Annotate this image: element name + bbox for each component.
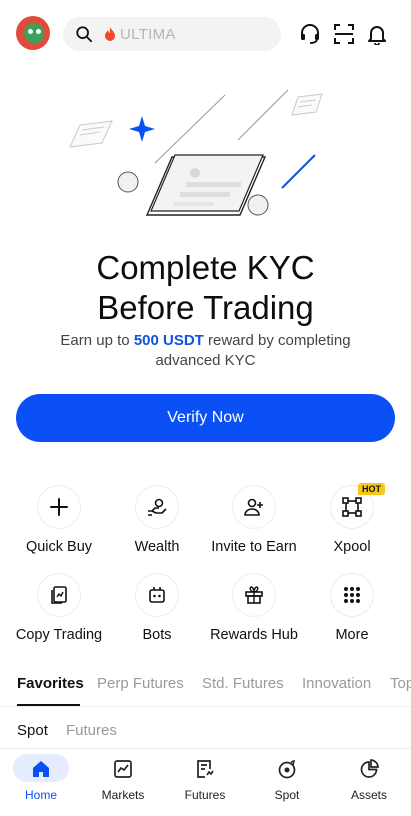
nav-spot[interactable]: Spot — [246, 749, 328, 816]
search-input[interactable]: ULTIMA — [63, 17, 281, 51]
nav-label: Spot — [274, 788, 300, 802]
shortcut-label: Rewards Hub — [210, 627, 298, 643]
bell-icon[interactable] — [366, 23, 388, 45]
spot-icon — [278, 759, 296, 779]
market-tabs: Favorites Perp Futures Std. Futures Inno… — [0, 672, 411, 707]
nav-label: Assets — [350, 788, 387, 802]
shortcut-label: Invite to Earn — [211, 539, 297, 555]
tab-top[interactable]: Top — [390, 675, 411, 692]
top-bar: ULTIMA — [0, 0, 411, 70]
add-user-icon — [244, 498, 263, 516]
bottom-nav: Home Markets Futures Spot Assets — [0, 748, 411, 816]
nav-home[interactable]: Home — [0, 749, 82, 816]
shortcut-invite-to-earn[interactable]: Invite to Earn — [205, 485, 303, 555]
kyc-subtitle-pre: Earn up to — [60, 332, 134, 349]
copy-trading-icon — [51, 586, 67, 604]
shortcut-more[interactable]: More — [303, 573, 401, 643]
nav-markets[interactable]: Markets — [82, 749, 164, 816]
futures-icon — [197, 760, 214, 778]
avatar-eye — [36, 29, 41, 34]
hand-coin-icon — [148, 498, 167, 516]
market-subtabs: Spot Futures — [0, 722, 411, 748]
avatar-eye — [28, 29, 33, 34]
subtab-futures[interactable]: Futures — [66, 722, 117, 739]
tab-perp-futures[interactable]: Perp Futures — [97, 675, 184, 692]
markets-icon — [114, 760, 132, 778]
gift-icon — [245, 586, 263, 604]
search-placeholder: ULTIMA — [120, 26, 176, 43]
plus-icon — [50, 498, 68, 516]
kyc-illustration — [69, 89, 323, 216]
shortcut-xpool[interactable]: HOT Xpool — [303, 483, 401, 555]
shortcut-label: Xpool — [333, 539, 371, 555]
kyc-title: Complete KYC Before Trading — [0, 248, 411, 328]
scan-icon[interactable] — [333, 23, 355, 45]
tab-innovation[interactable]: Innovation — [302, 675, 371, 692]
shortcut-copy-trading[interactable]: Copy Trading — [10, 573, 108, 643]
nav-assets[interactable]: Assets — [328, 749, 410, 816]
tab-favorites[interactable]: Favorites — [17, 675, 84, 692]
shortcut-label: Quick Buy — [25, 539, 93, 555]
shortcut-label: More — [335, 627, 369, 643]
bot-icon — [149, 587, 165, 603]
headset-icon[interactable] — [299, 23, 321, 45]
kyc-reward-amount: 500 USDT — [133, 332, 204, 349]
hot-badge: HOT — [358, 483, 385, 495]
sparkle-icon — [129, 116, 155, 142]
tab-std-futures[interactable]: Std. Futures — [202, 675, 284, 692]
avatar-character-icon — [24, 23, 44, 43]
shortcut-rewards-hub[interactable]: Rewards Hub — [205, 573, 303, 643]
grid-dots-icon — [344, 587, 360, 603]
xpool-icon — [342, 497, 362, 517]
avatar[interactable] — [16, 16, 50, 50]
shortcut-label: Wealth — [134, 539, 180, 555]
kyc-subtitle: Earn up to 500 USDT reward by completing… — [40, 331, 371, 371]
shortcut-wealth[interactable]: Wealth — [108, 485, 206, 555]
kyc-title-line2: Before Trading — [97, 289, 314, 326]
assets-pie-icon — [360, 759, 379, 778]
home-icon — [33, 761, 49, 777]
shortcut-bots[interactable]: Bots — [108, 573, 206, 643]
shortcut-label: Bots — [142, 627, 172, 643]
subtab-spot[interactable]: Spot — [17, 722, 48, 739]
verify-now-button[interactable]: Verify Now — [16, 394, 395, 442]
active-tab-indicator — [17, 704, 80, 706]
kyc-title-line1: Complete KYC — [96, 249, 315, 286]
shortcut-label: Copy Trading — [15, 627, 103, 643]
nav-futures[interactable]: Futures — [164, 749, 246, 816]
nav-label: Markets — [101, 788, 145, 802]
shortcut-quick-buy[interactable]: Quick Buy — [10, 485, 108, 555]
search-icon — [76, 26, 93, 43]
nav-label: Home — [24, 788, 57, 802]
fire-icon — [105, 27, 115, 41]
nav-label: Futures — [184, 788, 226, 802]
